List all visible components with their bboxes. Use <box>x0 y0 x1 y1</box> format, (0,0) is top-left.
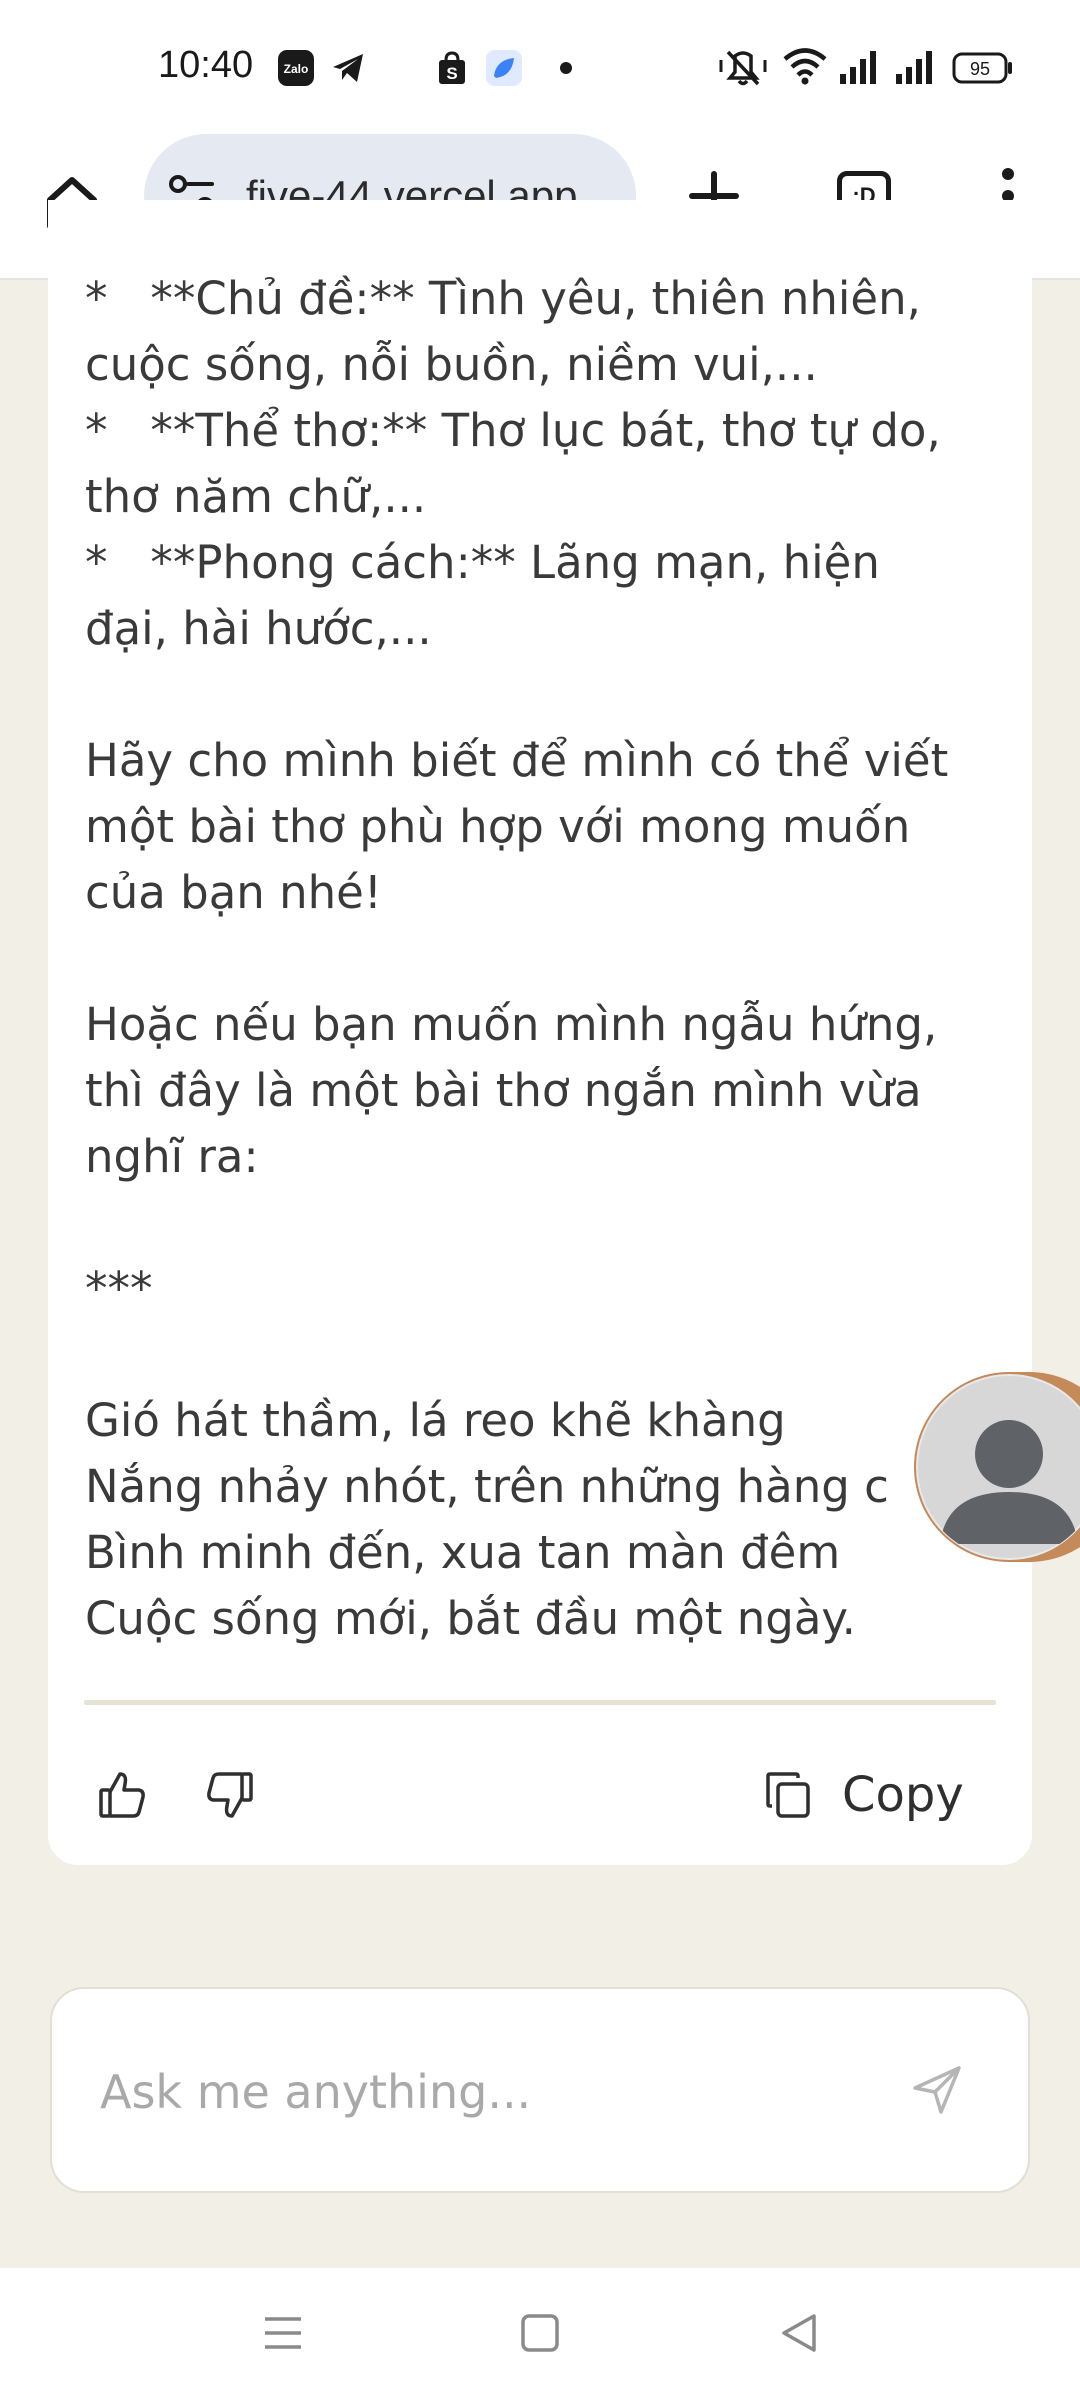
vibrate-mute-icon <box>718 46 768 92</box>
zalo-icon: Zalo <box>278 50 314 86</box>
home-nav-button[interactable] <box>505 2298 575 2368</box>
signal-1-icon <box>838 50 880 90</box>
like-button[interactable] <box>92 1765 152 1825</box>
message-divider <box>84 1700 996 1705</box>
svg-text:95: 95 <box>970 59 990 79</box>
svg-text:Zalo: Zalo <box>284 62 309 76</box>
floating-avatar-bubble[interactable] <box>914 1372 1080 1562</box>
message-line: Bình minh đến, xua tan màn đêm <box>85 1526 841 1579</box>
message-line: cuộc sống, nỗi buồn, niềm vui,... <box>85 338 818 391</box>
telegram-icon <box>330 50 366 86</box>
message-line: thơ năm chữ,... <box>85 470 427 523</box>
back-triangle-icon <box>782 2314 816 2352</box>
system-navigation-bar <box>0 2268 1080 2400</box>
notification-dot-icon <box>548 50 584 86</box>
message-line: *** <box>85 1262 153 1315</box>
message-line: Hãy cho mình biết để mình có thể viết <box>85 734 949 787</box>
message-line: Gió hát thầm, lá reo khẽ khàng <box>85 1394 786 1447</box>
message-line: đại, hài hước,... <box>85 602 432 655</box>
battery-icon: 95 <box>952 52 1014 88</box>
signal-2-icon <box>894 50 936 90</box>
message-line <box>85 1322 1015 1388</box>
message-line: Nắng nhảy nhót, trên những hàng c <box>85 1460 889 1513</box>
chat-input[interactable] <box>100 2047 880 2137</box>
thumbs-up-icon <box>99 1772 145 1818</box>
menu-icon <box>265 2317 301 2349</box>
message-line: Hoặc nếu bạn muốn mình ngẫu hứng, <box>85 998 938 1051</box>
svg-text:S: S <box>446 64 457 83</box>
message-line: thì đây là một bài thơ ngắn mình vừa <box>85 1064 922 1117</box>
message-line: của bạn nhé! <box>85 866 382 919</box>
send-icon <box>913 2066 961 2114</box>
app-icon <box>486 50 522 86</box>
message-line <box>85 662 1015 728</box>
chat-input-box <box>50 1987 1030 2193</box>
message-line: nghĩ ra: <box>85 1130 259 1183</box>
status-time: 10:40 <box>158 44 254 86</box>
shopee-icon: S <box>434 50 470 86</box>
message-line: * **Phong cách:** Lãng mạn, hiện <box>85 536 880 589</box>
copy-icon <box>766 1772 810 1818</box>
message-line: Cuộc sống mới, bắt đầu một ngày. <box>85 1592 856 1645</box>
message-line <box>85 1190 1015 1256</box>
message-line: * **Chủ đề:** Tình yêu, thiên nhiên, <box>85 272 921 325</box>
thumbs-down-icon <box>207 1772 253 1818</box>
square-icon <box>521 2314 559 2352</box>
message-body: * **Chủ đề:** Tình yêu, thiên nhiên, cuộ… <box>85 266 1015 1652</box>
dislike-button[interactable] <box>200 1765 260 1825</box>
copy-button[interactable]: Copy <box>764 1760 964 1830</box>
message-line <box>85 926 1015 992</box>
send-button[interactable] <box>902 2055 972 2125</box>
message-line: một bài thơ phù hợp với mong muốn <box>85 800 911 853</box>
user-avatar-icon <box>940 1420 1078 1544</box>
copy-label: Copy <box>842 1767 964 1823</box>
status-bar: 10:40 Zalo S 95 <box>0 0 1080 132</box>
back-button[interactable] <box>764 2298 834 2368</box>
message-line: * **Thể thơ:** Thơ lục bát, thơ tự do, <box>85 404 941 457</box>
assistant-message-card: * **Chủ đề:** Tình yêu, thiên nhiên, cuộ… <box>48 200 1032 1865</box>
wifi-icon <box>782 46 828 90</box>
recent-apps-button[interactable] <box>248 2298 318 2368</box>
